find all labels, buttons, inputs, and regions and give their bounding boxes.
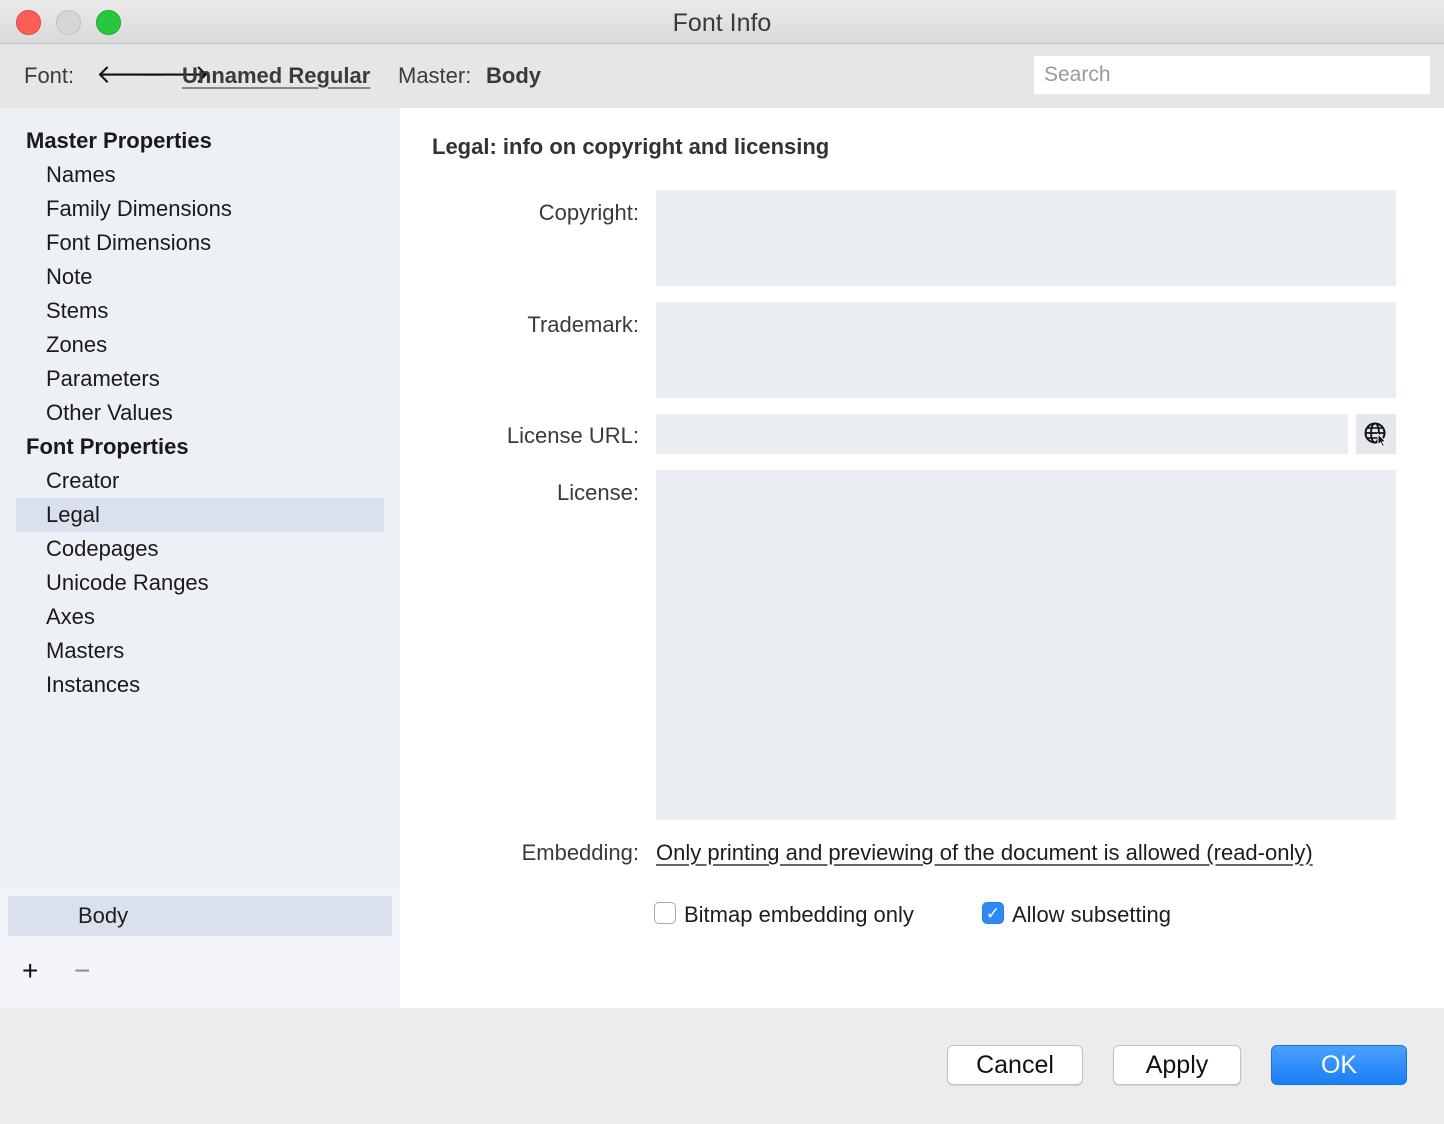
embedding-popup[interactable]: Only printing and previewing of the docu… [656, 840, 1313, 866]
sidebar-item-stems[interactable]: Stems [16, 294, 384, 328]
sidebar-item-legal[interactable]: Legal [16, 498, 384, 532]
masters-panel: Body + − [0, 888, 400, 1008]
allow-subsetting-label[interactable]: Allow subsetting [1012, 902, 1171, 928]
bitmap-embedding-checkbox[interactable] [654, 902, 676, 924]
search-input[interactable] [1034, 56, 1430, 94]
copyright-label: Copyright: [538, 200, 639, 225]
sidebar-item-note[interactable]: Note [16, 260, 384, 294]
add-master-button[interactable]: + [22, 956, 38, 986]
title-bar: Font Info [0, 0, 1444, 44]
sidebar-item-zones[interactable]: Zones [16, 328, 384, 362]
font-properties-heading: Font Properties [26, 434, 189, 459]
sidebar-item-other-values[interactable]: Other Values [16, 396, 384, 430]
copyright-field[interactable] [656, 190, 1396, 286]
master-properties-heading: Master Properties [26, 128, 212, 153]
window-title: Font Info [672, 9, 772, 37]
sidebar-item-family-dimensions[interactable]: Family Dimensions [16, 192, 384, 226]
master-label: Master: [398, 63, 472, 88]
allow-subsetting-checkbox[interactable]: ✓ [982, 902, 1004, 924]
license-url-field[interactable] [656, 414, 1348, 454]
trademark-label: Trademark: [527, 312, 639, 337]
trademark-field[interactable] [656, 302, 1396, 398]
apply-button[interactable]: Apply [1113, 1045, 1241, 1085]
sidebar-item-font-dimensions[interactable]: Font Dimensions [16, 226, 384, 260]
license-label: License: [557, 480, 639, 505]
ok-button[interactable]: OK [1271, 1045, 1407, 1085]
remove-master-button[interactable]: − [74, 956, 90, 986]
cancel-button[interactable]: Cancel [947, 1045, 1083, 1085]
license-url-label: License URL: [506, 423, 639, 448]
checkmark-icon: ✓ [985, 904, 1001, 923]
embedding-label: Embedding: [521, 840, 639, 865]
open-url-button[interactable] [1356, 414, 1396, 454]
sidebar-item-unicode-ranges[interactable]: Unicode Ranges [16, 566, 384, 600]
sidebar-item-creator[interactable]: Creator [16, 464, 384, 498]
legal-panel: Legal: info on copyright and licensing C… [400, 108, 1444, 1008]
master-list-item-body[interactable]: Body [8, 896, 392, 936]
bitmap-embedding-label[interactable]: Bitmap embedding only [684, 902, 914, 928]
sidebar-item-masters[interactable]: Masters [16, 634, 384, 668]
font-name-link[interactable]: Unnamed Regular [182, 63, 370, 89]
section-title: Legal: info on copyright and licensing [432, 134, 830, 159]
globe-cursor-icon [1364, 422, 1387, 448]
sidebar-item-names[interactable]: Names [16, 158, 384, 192]
master-name: Body [486, 63, 541, 88]
sidebar-item-parameters[interactable]: Parameters [16, 362, 384, 396]
sidebar-item-instances[interactable]: Instances [16, 668, 384, 702]
footer: Cancel Apply OK [0, 1008, 1444, 1124]
sidebar-item-axes[interactable]: Axes [16, 600, 384, 634]
font-label: Font: [24, 63, 75, 88]
sidebar: Master Properties Names Family Dimension… [0, 108, 400, 888]
license-field[interactable] [656, 470, 1396, 820]
toolbar: Font: 🡐 🡒 Unnamed Regular Master: Body [0, 44, 1444, 108]
sidebar-item-codepages[interactable]: Codepages [16, 532, 384, 566]
